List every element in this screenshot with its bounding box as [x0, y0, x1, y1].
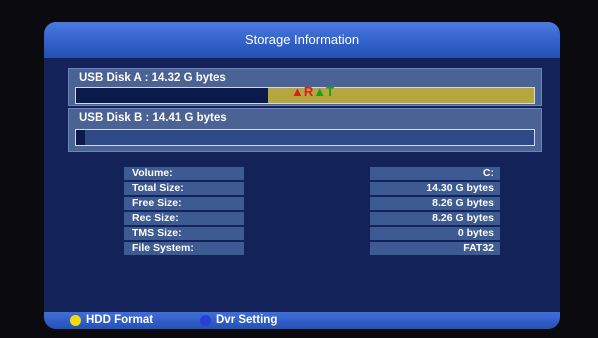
- disk-a-overlay-text: ▲R▲T: [291, 84, 335, 99]
- info-value: FAT32: [370, 242, 500, 255]
- info-label: Free Size:: [124, 197, 244, 210]
- disk-a-used-fill: [76, 88, 268, 103]
- info-value: 14.30 G bytes: [370, 182, 500, 195]
- disk-a-box[interactable]: USB Disk A : 14.32 G bytes ▲R▲T: [68, 68, 542, 106]
- disk-b-label: USB Disk B : 14.41 G bytes: [79, 112, 227, 124]
- storage-info-panel: Storage Information USB Disk A : 14.32 G…: [44, 22, 560, 329]
- info-value: C:: [370, 167, 500, 180]
- blue-button-icon: [200, 315, 211, 326]
- info-label: TMS Size:: [124, 227, 244, 240]
- dvr-setting-button[interactable]: Dvr Setting: [216, 314, 277, 326]
- disk-b-used-fill: [76, 130, 85, 145]
- info-value: 8.26 G bytes: [370, 212, 500, 225]
- footer-bar: HDD Format Dvr Setting: [44, 312, 560, 329]
- info-value: 8.26 G bytes: [370, 197, 500, 210]
- info-value: 0 bytes: [370, 227, 500, 240]
- disk-b-box[interactable]: USB Disk B : 14.41 G bytes: [68, 108, 542, 152]
- info-label: File System:: [124, 242, 244, 255]
- info-label: Rec Size:: [124, 212, 244, 225]
- info-label: Total Size:: [124, 182, 244, 195]
- hdd-format-button[interactable]: HDD Format: [86, 314, 153, 326]
- window-title: Storage Information: [44, 22, 560, 58]
- disk-a-label: USB Disk A : 14.32 G bytes: [79, 72, 226, 84]
- yellow-button-icon: [70, 315, 81, 326]
- info-label: Volume:: [124, 167, 244, 180]
- disk-b-usage-bar: [75, 129, 535, 146]
- disk-a-usage-bar: ▲R▲T: [75, 84, 535, 104]
